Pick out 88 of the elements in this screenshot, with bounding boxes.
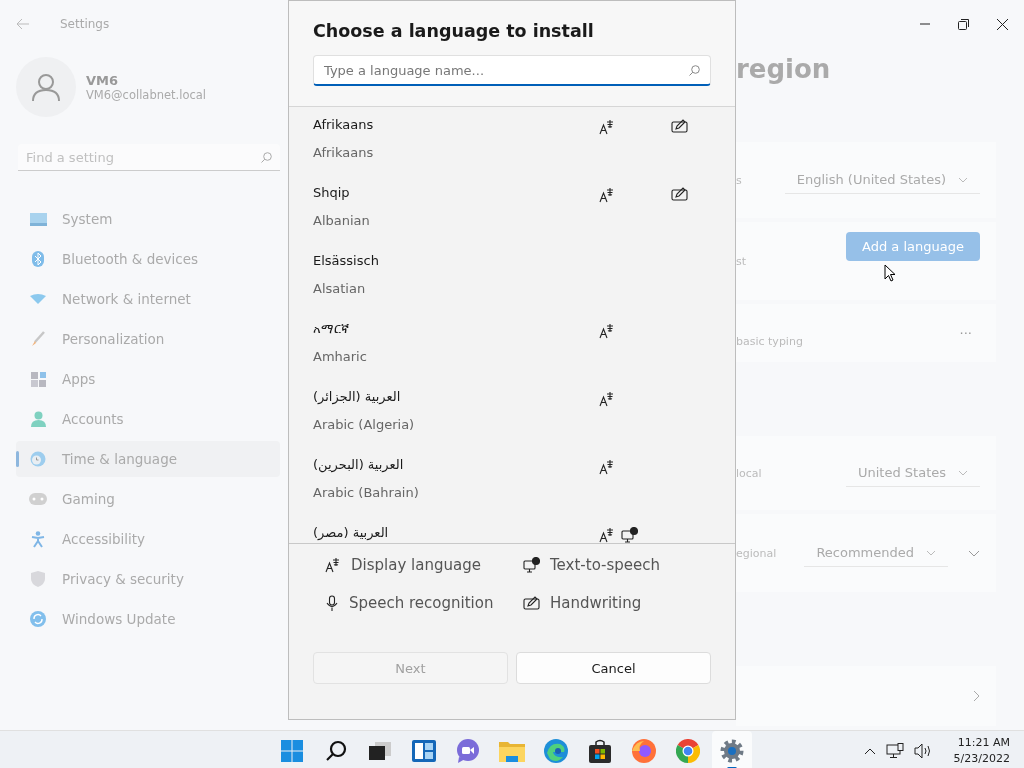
bluetooth-icon — [32, 251, 44, 267]
speech-monitor-icon — [523, 557, 540, 573]
monitor-icon — [29, 212, 47, 226]
nav-item[interactable]: Privacy & security — [16, 561, 280, 597]
setting-label: egional — [736, 546, 777, 560]
dropdown[interactable]: Recommended — [804, 539, 948, 567]
legend-label: Handwriting — [550, 594, 642, 612]
add-language-button[interactable]: Add a language — [846, 231, 980, 261]
nav-item[interactable]: Accounts — [16, 401, 280, 437]
dialog-button[interactable]: Cancel — [516, 652, 711, 684]
display-language-icon — [325, 557, 341, 573]
more-options-button[interactable]: ··· — [959, 325, 972, 341]
setting-label: s — [736, 173, 742, 187]
nav-item[interactable]: Personalization — [16, 321, 280, 357]
gamepad-icon — [29, 493, 47, 505]
apps-icon — [30, 371, 46, 387]
microphone-icon — [325, 594, 339, 612]
search-icon — [325, 740, 347, 762]
close-icon[interactable] — [997, 18, 1008, 30]
setting-label: st — [736, 254, 747, 268]
language-english-name: Albanian — [313, 213, 371, 228]
nav-item[interactable]: Accessibility — [16, 521, 280, 557]
language-english-name: Amharic — [313, 349, 368, 364]
search-icon — [261, 151, 272, 163]
restore-icon[interactable] — [958, 18, 969, 30]
chevron-right-icon — [973, 690, 980, 702]
chevron-down-icon — [958, 469, 968, 476]
expand-icon[interactable] — [968, 549, 980, 557]
language-native-name[interactable]: አማርኛ — [313, 321, 599, 349]
dialog-title: Choose a language to install — [313, 21, 595, 41]
person-icon — [30, 411, 46, 427]
shield-icon — [31, 571, 45, 587]
person-icon — [31, 72, 61, 102]
chevron-down-icon — [926, 549, 936, 556]
chevron-up-icon[interactable] — [863, 747, 876, 755]
volume-icon[interactable] — [913, 743, 932, 759]
handwriting-icon — [523, 596, 540, 610]
legend-label: Display language — [351, 556, 481, 574]
nav-item[interactable]: Windows Update — [16, 601, 280, 637]
chevron-down-icon — [958, 176, 968, 183]
update-icon — [30, 611, 46, 627]
widgets-icon — [412, 740, 436, 762]
nav-item[interactable]: Gaming — [16, 481, 280, 517]
nav-item[interactable]: Apps — [16, 361, 280, 397]
legend-label: Text-to-speech — [550, 556, 661, 574]
language-native-name[interactable]: العربية (مصر) — [313, 525, 599, 543]
network-icon[interactable] — [885, 743, 904, 759]
folder-icon — [499, 740, 525, 762]
shopping-bag-icon — [589, 739, 611, 763]
language-native-name[interactable]: Afrikaans — [313, 117, 599, 145]
video-chat-icon — [456, 739, 480, 763]
dropdown[interactable]: United States — [845, 459, 980, 487]
search-icon — [689, 64, 700, 76]
clock-time[interactable]: 11:21 AM — [957, 735, 1010, 751]
setting-label: basic typing — [736, 334, 803, 348]
legend-label: Speech recognition — [349, 594, 494, 612]
round-browser-icon — [676, 739, 700, 763]
page-title: region — [736, 53, 832, 86]
mouse-pointer-icon — [884, 264, 896, 282]
language-search-field[interactable]: Type a language name... — [313, 55, 711, 86]
search-field[interactable]: Find a setting — [18, 144, 280, 171]
wave-browser-icon — [544, 739, 568, 763]
language-native-name[interactable]: العربية (الجزائر) — [313, 389, 599, 417]
wifi-icon — [30, 294, 46, 304]
nav-item[interactable]: Bluetooth & devices — [16, 241, 280, 277]
task-view-icon — [369, 742, 391, 760]
dropdown[interactable]: English (United States) — [784, 166, 980, 194]
accessibility-icon — [31, 530, 45, 548]
language-native-name[interactable]: Elsässisch — [313, 253, 599, 281]
gear-icon — [720, 739, 744, 763]
nav-item[interactable]: Time & language — [16, 441, 280, 477]
language-native-name[interactable]: Shqip — [313, 185, 599, 213]
language-english-name: Arabic (Algeria) — [313, 417, 416, 432]
nav-item[interactable]: System — [16, 201, 280, 237]
fox-globe-icon — [632, 739, 656, 763]
account-name: VM6 — [86, 72, 120, 88]
clock-date[interactable]: 5/23/2022 — [953, 751, 1010, 767]
brush-icon — [31, 331, 45, 347]
language-native-name[interactable]: العربية (البحرين) — [313, 457, 599, 485]
setting-label: local — [736, 466, 762, 480]
language-english-name: Arabic (Bahrain) — [313, 485, 420, 500]
account-email: VM6@collabnet.local — [86, 87, 207, 102]
language-english-name: Alsatian — [313, 281, 367, 296]
window-title: Settings — [60, 17, 110, 31]
nav-item[interactable]: Network & internet — [16, 281, 280, 317]
windows-logo-icon — [281, 740, 303, 762]
globe-clock-icon — [30, 451, 46, 467]
language-english-name: Afrikaans — [313, 145, 375, 160]
